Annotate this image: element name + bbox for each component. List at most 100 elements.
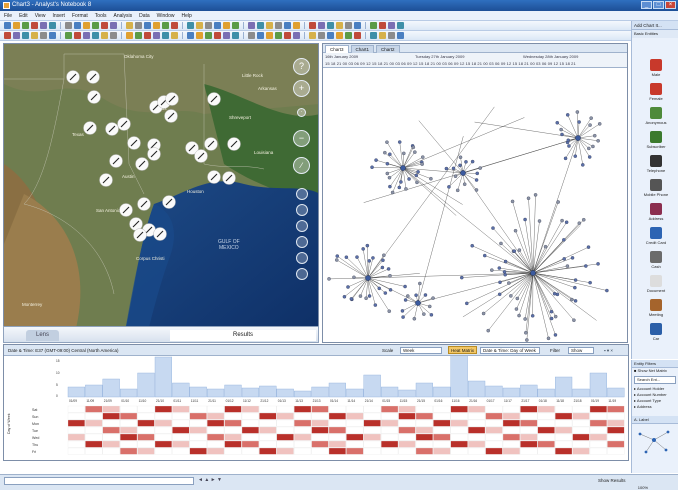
heat-cell[interactable] bbox=[189, 412, 207, 420]
heat-cell[interactable] bbox=[502, 433, 520, 441]
entity-node[interactable] bbox=[420, 162, 424, 166]
histogram-bar[interactable] bbox=[189, 386, 207, 398]
entity-node[interactable] bbox=[373, 303, 378, 307]
heat-cell[interactable] bbox=[311, 426, 329, 434]
toolbar-button-icon[interactable] bbox=[92, 22, 99, 29]
histogram-bar[interactable] bbox=[206, 388, 225, 398]
toolbar-button-icon[interactable] bbox=[397, 32, 404, 39]
heat-cell[interactable] bbox=[415, 412, 433, 420]
heat-cell[interactable] bbox=[207, 426, 225, 434]
heat-cell[interactable] bbox=[189, 440, 207, 448]
toolbar-button-icon[interactable] bbox=[232, 22, 239, 29]
find-input[interactable] bbox=[4, 477, 194, 485]
tool-icon[interactable] bbox=[296, 204, 308, 216]
heat-cell[interactable] bbox=[224, 419, 242, 427]
toolbar-button-icon[interactable] bbox=[110, 32, 117, 39]
heat-cell[interactable] bbox=[276, 447, 294, 455]
toolbar-button-icon[interactable] bbox=[266, 32, 273, 39]
histogram-bar[interactable] bbox=[555, 376, 573, 398]
heat-cell[interactable] bbox=[450, 405, 468, 413]
map-marker-icon[interactable] bbox=[164, 109, 178, 123]
heat-cell[interactable] bbox=[381, 419, 399, 427]
entity-node[interactable] bbox=[581, 218, 586, 222]
heat-cell[interactable] bbox=[607, 419, 625, 427]
heat-cell[interactable] bbox=[433, 447, 451, 455]
entity-node[interactable] bbox=[399, 180, 403, 184]
tab-chart2[interactable]: Chart2 bbox=[376, 45, 400, 53]
entity-node[interactable] bbox=[423, 293, 428, 297]
heat-cell[interactable] bbox=[572, 426, 590, 434]
entity-node[interactable] bbox=[387, 309, 391, 313]
heat-cell[interactable] bbox=[224, 405, 242, 413]
tool-icon[interactable] bbox=[296, 268, 308, 280]
heat-cell[interactable] bbox=[85, 426, 103, 434]
entity-node[interactable] bbox=[596, 139, 600, 143]
entity-node[interactable] bbox=[470, 244, 474, 248]
entity-node[interactable] bbox=[429, 313, 434, 317]
entity-node[interactable] bbox=[497, 266, 502, 270]
heat-cell[interactable] bbox=[363, 412, 381, 420]
heat-cell[interactable] bbox=[537, 412, 555, 420]
heat-cell[interactable] bbox=[154, 440, 172, 448]
heat-cell[interactable] bbox=[102, 419, 120, 427]
link-chart[interactable] bbox=[323, 68, 628, 343]
heat-cell[interactable] bbox=[346, 433, 364, 441]
heat-cell[interactable] bbox=[328, 405, 346, 413]
tab-chart3[interactable]: Chart3 bbox=[325, 45, 349, 53]
heat-cell[interactable] bbox=[85, 419, 103, 427]
histogram-bar[interactable] bbox=[294, 390, 312, 398]
heat-cell[interactable] bbox=[102, 405, 120, 413]
toolbar-button-icon[interactable] bbox=[101, 22, 108, 29]
heat-matrix-chart[interactable]: 01/09 11/09 21/09 01/10 11/10 21/10 01/11 11/11… bbox=[4, 356, 628, 460]
entity-node[interactable] bbox=[577, 120, 581, 124]
toolbar-button-icon[interactable] bbox=[126, 32, 133, 39]
heat-cell[interactable] bbox=[537, 440, 555, 448]
chart-view[interactable]: Chart3 Chart1 Chart2 16th January 2009 T… bbox=[322, 43, 628, 343]
heat-cell[interactable] bbox=[67, 426, 85, 434]
entity-node[interactable] bbox=[562, 257, 566, 261]
heat-cell[interactable] bbox=[520, 426, 538, 434]
tool-icon[interactable] bbox=[296, 188, 308, 200]
entity-node[interactable] bbox=[533, 193, 538, 197]
heat-cell[interactable] bbox=[520, 433, 538, 441]
heat-cell[interactable] bbox=[328, 433, 346, 441]
heat-cell[interactable] bbox=[433, 412, 451, 420]
heat-cell[interactable] bbox=[398, 447, 416, 455]
toolbar-button-icon[interactable] bbox=[13, 32, 20, 39]
tool-icon[interactable] bbox=[296, 252, 308, 264]
heat-cell[interactable] bbox=[311, 419, 329, 427]
heat-cell[interactable] bbox=[328, 440, 346, 448]
heat-cell[interactable] bbox=[485, 447, 503, 455]
entity-node[interactable] bbox=[385, 171, 390, 176]
toolbar-button-icon[interactable] bbox=[13, 22, 20, 29]
heat-cell[interactable] bbox=[398, 419, 416, 427]
entity-node[interactable] bbox=[556, 200, 560, 204]
entity-node[interactable] bbox=[381, 258, 385, 263]
heat-cell[interactable] bbox=[276, 405, 294, 413]
heat-cell[interactable] bbox=[502, 412, 520, 420]
heat-cell[interactable] bbox=[137, 440, 155, 448]
heat-cell[interactable] bbox=[607, 440, 625, 448]
heat-cell[interactable] bbox=[607, 426, 625, 434]
entity-node[interactable] bbox=[573, 154, 578, 158]
toolbar-button-icon[interactable] bbox=[205, 22, 212, 29]
entity-node[interactable] bbox=[552, 291, 557, 296]
heat-cell[interactable] bbox=[589, 412, 607, 420]
menu-tools[interactable]: Tools bbox=[95, 13, 107, 19]
entity-node[interactable] bbox=[526, 196, 531, 201]
histogram-bar[interactable] bbox=[450, 356, 468, 398]
toolbar-button-icon[interactable] bbox=[379, 22, 386, 29]
toolbar-button-icon[interactable] bbox=[162, 32, 169, 39]
menu-help[interactable]: Help bbox=[181, 13, 191, 19]
toolbar-button-icon[interactable] bbox=[83, 32, 90, 39]
heat-cell[interactable] bbox=[520, 412, 538, 420]
heat-cell[interactable] bbox=[415, 447, 433, 455]
map-view[interactable]: Oklahoma City Little Rock Arkansas Dalla… bbox=[3, 43, 319, 335]
histogram-bar[interactable] bbox=[259, 385, 277, 398]
entity-node[interactable] bbox=[517, 248, 522, 252]
toolbar-button-icon[interactable] bbox=[214, 32, 221, 39]
heat-cell[interactable] bbox=[276, 426, 294, 434]
heat-cell[interactable] bbox=[294, 419, 312, 427]
entity-node[interactable] bbox=[352, 275, 356, 280]
entity-node[interactable] bbox=[421, 155, 425, 159]
